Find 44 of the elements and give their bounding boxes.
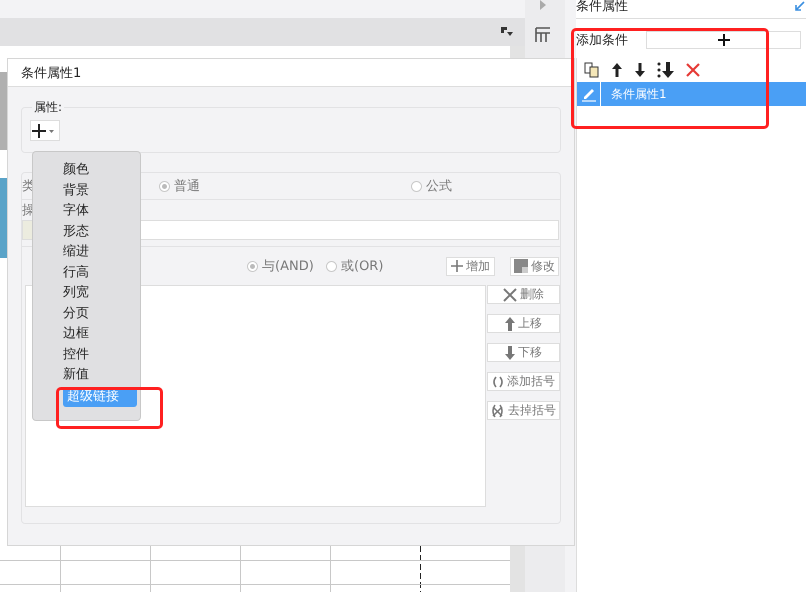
brackets-icon [492, 376, 504, 388]
plus-icon [31, 122, 55, 138]
menu-item[interactable]: 形态 [29, 222, 93, 242]
menu-item[interactable]: 边框 [29, 324, 93, 344]
move-to-bottom-icon[interactable] [657, 61, 675, 79]
type-radio[interactable]: 普通 [159, 177, 411, 195]
resize-icon[interactable] [795, 1, 805, 11]
condition-item[interactable]: 条件属性1 [577, 82, 806, 106]
modify-button[interactable]: 修改 [510, 256, 559, 276]
menu-item[interactable]: 新值 [29, 365, 93, 386]
layout-icon[interactable] [535, 27, 551, 43]
plus-icon [718, 34, 730, 46]
up-arrow-icon [505, 316, 515, 330]
menu-item[interactable]: 控件 [29, 344, 93, 365]
format-icon[interactable] [501, 26, 513, 38]
attributes-legend: 属性: [32, 99, 64, 116]
dialog-title: 条件属性1 [8, 59, 574, 87]
add-brackets-button[interactable]: 添加括号 [487, 372, 560, 391]
type-radio[interactable]: 公式 [411, 177, 452, 195]
remove-brackets-icon [491, 404, 505, 418]
down-arrow-icon[interactable] [634, 62, 646, 78]
menu-item[interactable]: 列宽 [29, 283, 93, 304]
plus-icon [451, 260, 463, 272]
add-button[interactable]: 增加 [446, 256, 495, 276]
down-arrow-icon [505, 346, 515, 360]
menu-item[interactable]: 分页 [29, 304, 93, 324]
move-up-button[interactable]: 上移 [487, 314, 560, 333]
remove-brackets-button[interactable]: 去掉括号 [487, 401, 560, 420]
add-condition-button[interactable] [646, 31, 801, 49]
menu-item[interactable]: 行高 [29, 262, 93, 283]
up-arrow-icon[interactable] [611, 62, 623, 78]
close-icon [503, 288, 517, 302]
edit-icon [514, 259, 528, 273]
delete-button[interactable]: 删除 [487, 285, 560, 304]
add-condition-label: 添加条件 [576, 32, 629, 49]
move-down-button[interactable]: 下移 [487, 343, 560, 362]
menu-item[interactable]: 缩进 [29, 242, 93, 262]
add-attribute-button[interactable] [30, 120, 60, 141]
pencil-icon [580, 86, 596, 102]
menu-item[interactable]: 颜色 [29, 160, 93, 180]
delete-icon[interactable] [686, 63, 700, 77]
copy-icon[interactable] [584, 62, 600, 78]
logic-radio[interactable]: 与(AND) [247, 257, 326, 275]
logic-radio[interactable]: 或(OR) [326, 257, 384, 275]
